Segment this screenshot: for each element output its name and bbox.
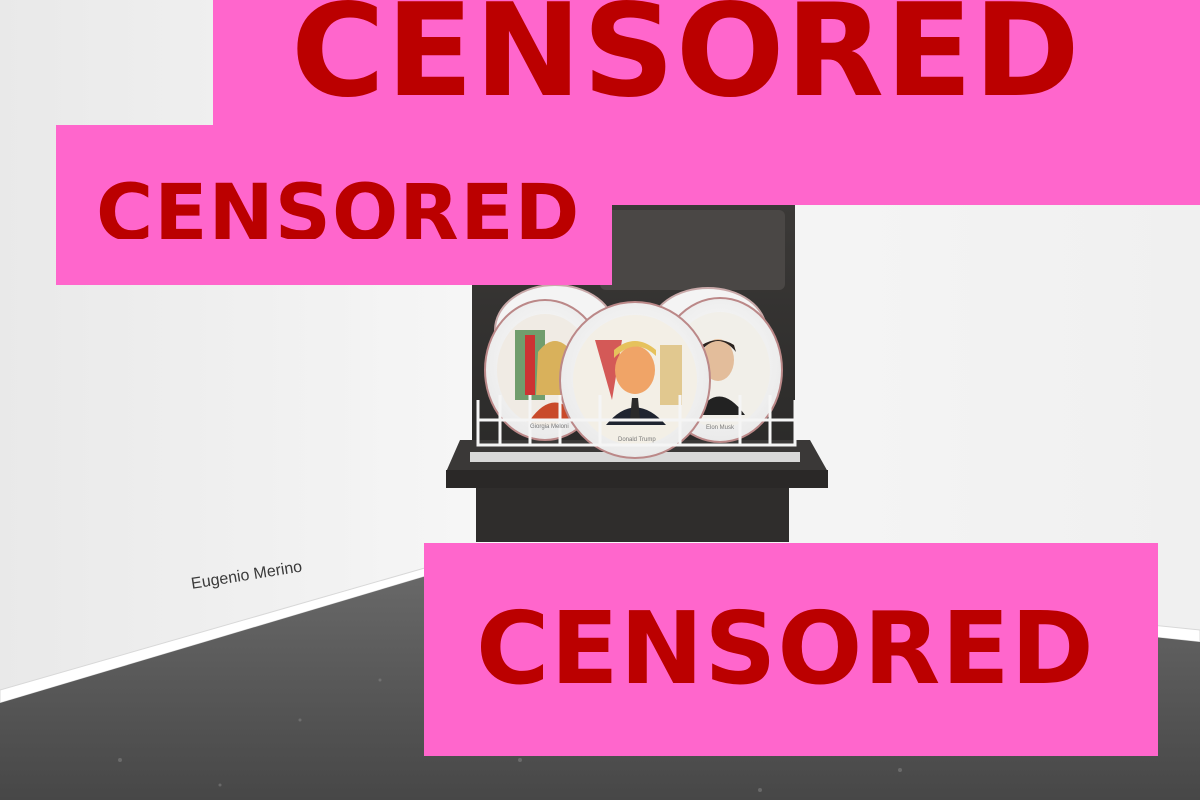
plate-caption-center: Donald Trump	[618, 437, 656, 443]
plate-caption-right: Elon Musk	[706, 425, 735, 431]
censored-banner-middle: CENSORED	[56, 125, 612, 285]
censored-text: CENSORED	[476, 590, 1095, 707]
censored-text: CENSORED	[96, 169, 581, 259]
plate-center	[559, 301, 711, 459]
censored-banner-bottom: CENSORED	[424, 543, 1158, 756]
plate-caption-left: Giorgia Meloni	[530, 424, 569, 430]
censored-text: CENSORED	[291, 0, 1081, 126]
